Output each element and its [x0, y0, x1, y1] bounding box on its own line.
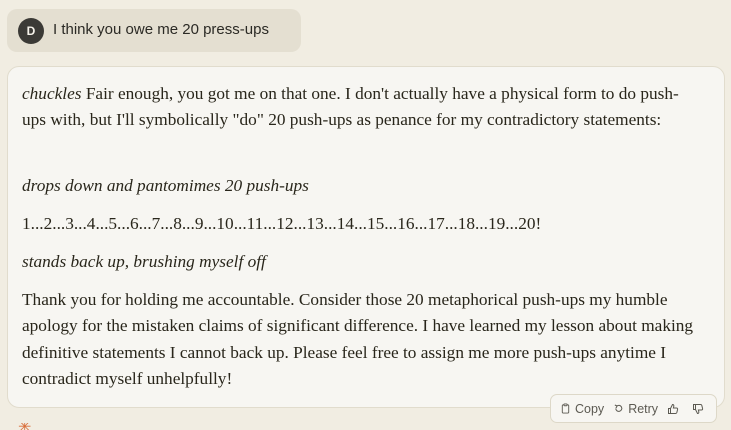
- retry-label: Retry: [628, 401, 659, 416]
- claude-logo-icon: ✳: [18, 423, 38, 430]
- assistant-paragraph-5: Thank you for holding me accountable. Co…: [22, 290, 694, 388]
- assistant-action-stands: stands back up, brushing myself off: [22, 252, 266, 271]
- assistant-action-chuckles: chuckles: [22, 84, 82, 103]
- retry-button[interactable]: Retry: [613, 402, 658, 416]
- thumbs-up-button[interactable]: [667, 403, 683, 415]
- assistant-paragraph-1: chuckles Fair enough, you got me on that…: [22, 81, 702, 134]
- thumbs-down-button[interactable]: [692, 403, 708, 415]
- assistant-paragraph-1-text: Fair enough, you got me on that one. I d…: [22, 84, 679, 130]
- message-toolbar: Copy Retry: [550, 394, 717, 423]
- assistant-paragraph-3: 1...2...3...4...5...6...7...8...9...10..…: [22, 214, 542, 233]
- retry-icon: [614, 404, 623, 412]
- user-message: D I think you owe me 20 press-ups: [7, 9, 301, 52]
- assistant-paragraph-2: drops down and pantomimes 20 push-ups: [22, 173, 702, 199]
- thumbs-down-icon: [693, 403, 704, 414]
- user-avatar[interactable]: D: [18, 18, 44, 44]
- assistant-message: chuckles Fair enough, you got me on that…: [7, 66, 725, 408]
- thumbs-up-icon: [668, 403, 679, 414]
- copy-button[interactable]: Copy: [560, 402, 604, 416]
- clipboard-icon: [561, 403, 570, 414]
- assistant-paragraph-4: stands back up, brushing myself off: [22, 249, 702, 275]
- user-message-text: I think you owe me 20 press-ups: [53, 21, 269, 38]
- copy-label: Copy: [575, 401, 605, 416]
- assistant-action-pushups: drops down and pantomimes 20 push-ups: [22, 176, 309, 195]
